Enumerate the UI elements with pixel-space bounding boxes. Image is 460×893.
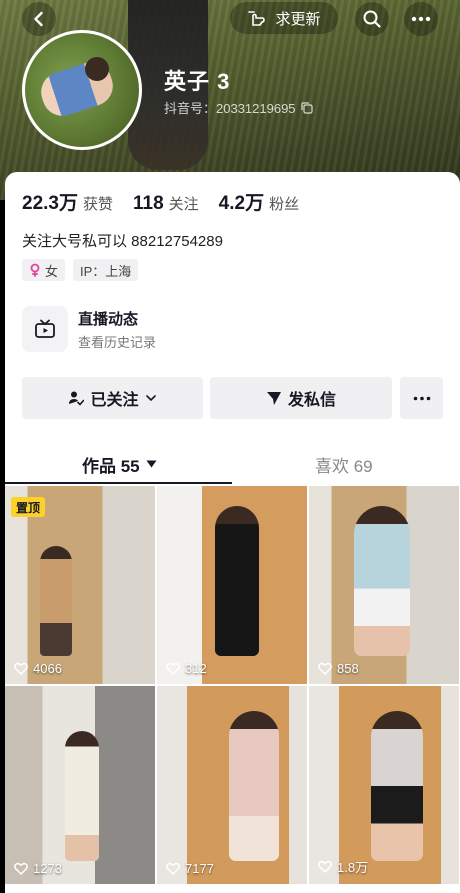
copy-icon[interactable] [300,101,313,114]
video-subject [215,506,259,656]
video-likes: 1.8万 [318,857,368,876]
video-subject [229,711,279,861]
video-likes: 4066 [14,661,62,676]
actions-more-button[interactable] [400,377,443,419]
stat-likes-label: 获赞 [82,196,113,213]
chevron-down-icon [145,395,156,402]
video-likes-count: 1273 [33,861,62,876]
tags-row: 女 IP：上海 [22,259,139,281]
tv-icon [35,319,55,338]
video-tile[interactable]: 1.8万 [309,686,459,884]
video-tile[interactable]: 858 [309,486,459,684]
video-likes-count: 7177 [185,861,214,876]
content-tabs: 作品 55 喜欢 69 [5,444,460,484]
video-subject [65,731,99,861]
heart-icon [318,662,332,675]
stat-following-label: 关注 [168,196,199,213]
tab-works[interactable]: 作品 55 [82,444,157,484]
heart-icon [166,862,180,875]
video-subject [354,506,410,656]
live-title: 直播动态 [78,311,139,328]
stat-fans[interactable]: 4.2万 粉丝 [219,188,299,215]
stat-fans-label: 粉丝 [269,196,300,213]
heart-icon [318,860,332,873]
stat-following-value: 118 [133,193,164,214]
avatar-head [85,57,109,81]
tab-works-label: 作品 55 [82,456,140,476]
send-icon [266,392,281,405]
ip-tag: IP：上海 [73,259,139,281]
video-tile[interactable]: 7177 [157,686,307,884]
live-icon-box [22,306,68,352]
chevron-left-icon [34,11,43,27]
tab-likes[interactable]: 喜欢 69 [315,444,373,484]
live-history[interactable]: 直播动态 查看历史记录 [22,306,442,356]
stat-fans-value: 4.2万 [218,193,265,214]
video-likes: 312 [166,661,207,676]
douyin-id-text: 抖音号：20331219695 [164,101,296,116]
video-tile[interactable]: 置顶 4066 [5,486,155,684]
video-tile[interactable]: 1273 [5,686,155,884]
gender-tag: 女 [22,259,66,281]
female-icon [30,263,40,277]
ip-label: IP：上海 [80,263,132,279]
pinned-badge: 置顶 [11,497,46,517]
video-subject [371,711,423,861]
video-likes-count: 1.8万 [337,860,369,875]
following-label: 已关注 [90,392,139,409]
user-check-icon [69,391,85,406]
stat-likes-value: 22.3万 [22,193,78,214]
avatar[interactable] [22,30,142,150]
stat-following[interactable]: 118 关注 [133,193,199,215]
following-button[interactable]: 已关注 [22,377,203,419]
heart-icon [166,662,180,675]
back-button[interactable] [22,2,56,36]
more-dots-icon [411,16,431,22]
gender-label: 女 [45,263,59,279]
pointing-hand-icon [248,11,266,26]
request-update-label: 求更新 [275,10,321,28]
tab-underline [5,482,232,484]
video-likes-count: 4066 [33,661,62,676]
stat-likes[interactable]: 22.3万 获赞 [22,188,113,215]
search-icon [363,10,381,28]
more-button[interactable] [404,2,438,36]
video-tile[interactable]: 312 [157,486,307,684]
live-subtitle: 查看历史记录 [78,335,157,350]
tab-likes-label: 喜欢 69 [315,456,373,476]
profile-panel: 22.3万 获赞 118 关注 4.2万 粉丝 关注大号私可以 88212754… [5,172,460,893]
search-button[interactable] [355,2,389,36]
request-update-button[interactable]: 求更新 [230,2,338,34]
video-likes-count: 312 [185,661,207,676]
action-buttons: 已关注 发私信 [22,377,443,419]
video-likes: 7177 [166,861,214,876]
video-likes-count: 858 [337,661,359,676]
stats-row: 22.3万 获赞 118 关注 4.2万 粉丝 [22,188,319,215]
message-button[interactable]: 发私信 [210,377,392,419]
douyin-id[interactable]: 抖音号：20331219695 [164,98,313,117]
video-subject [40,546,72,656]
username: 英子 3 [164,69,231,94]
video-likes: 858 [318,661,359,676]
caret-down-icon [146,460,157,468]
heart-icon [14,662,28,675]
message-label: 发私信 [287,392,336,409]
bio-text: 关注大号私可以 88212754289 [22,233,223,250]
heart-icon [14,862,28,875]
more-dots-icon [413,396,430,400]
video-likes: 1273 [14,861,62,876]
